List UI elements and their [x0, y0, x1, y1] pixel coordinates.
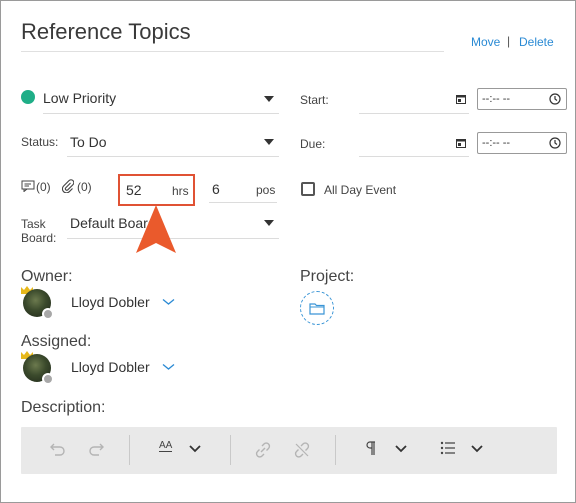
link-separator: | [507, 34, 511, 48]
list-chevron-down-icon[interactable] [471, 445, 483, 453]
status-value: To Do [70, 134, 107, 150]
toolbar-divider [129, 435, 130, 465]
link-icon[interactable] [254, 441, 272, 459]
toolbar-divider [335, 435, 336, 465]
assigned-name[interactable]: Lloyd Dobler [71, 359, 150, 375]
notes-icon[interactable] [21, 180, 35, 192]
owner-status-badge [42, 308, 54, 320]
hours-input[interactable]: 52 hrs [118, 174, 195, 206]
position-unit: pos [256, 183, 276, 197]
all-day-checkbox[interactable] [301, 182, 315, 196]
move-link[interactable]: Move [471, 35, 500, 49]
project-label: Project: [300, 268, 355, 285]
undo-icon[interactable] [47, 441, 67, 457]
title-underline [21, 51, 444, 52]
status-select-underline[interactable] [67, 156, 279, 157]
due-clock-icon[interactable] [549, 137, 561, 149]
description-label: Description: [21, 399, 106, 416]
task-panel: Reference Topics Move | Delete Low Prior… [0, 0, 576, 503]
owner-label: Owner: [21, 268, 73, 285]
priority-select-underline[interactable] [43, 113, 279, 114]
priority-value: Low Priority [43, 90, 117, 106]
position-value[interactable]: 6 [212, 181, 220, 197]
due-date-input[interactable] [359, 156, 469, 157]
priority-color-dot [21, 90, 35, 104]
page-title[interactable]: Reference Topics [21, 19, 191, 45]
due-label: Due: [300, 137, 326, 151]
paperclip-icon[interactable] [62, 179, 74, 193]
hours-unit: hrs [172, 184, 189, 198]
delete-link[interactable]: Delete [519, 35, 554, 49]
status-label: Status: [21, 135, 59, 149]
due-calendar-icon[interactable] [456, 138, 466, 148]
status-chevron-down-icon[interactable] [264, 139, 274, 145]
paragraph-icon[interactable] [364, 441, 376, 457]
editor-toolbar: AA [21, 427, 557, 474]
assigned-chevron-down-icon[interactable] [162, 363, 175, 371]
unlink-icon[interactable] [293, 441, 311, 459]
start-clock-icon[interactable] [549, 93, 561, 105]
due-time-placeholder: --:-- -- [482, 137, 511, 149]
annotation-arrow-icon [136, 205, 176, 253]
font-size-chevron-down-icon[interactable] [189, 445, 201, 453]
toolbar-divider [230, 435, 231, 465]
owner-chevron-down-icon[interactable] [162, 298, 175, 306]
task-board-label-line2: Board: [21, 231, 57, 245]
due-time-input[interactable]: --:-- -- [477, 132, 567, 154]
attachments-count[interactable]: (0) [77, 180, 92, 194]
project-add-button[interactable] [300, 291, 334, 325]
hours-value: 52 [126, 182, 142, 198]
start-date-input[interactable] [359, 113, 469, 114]
owner-name[interactable]: Lloyd Dobler [71, 294, 150, 310]
position-input-underline[interactable] [209, 202, 277, 203]
task-board-label-line1: Task [21, 217, 46, 231]
task-board-chevron-down-icon[interactable] [264, 220, 274, 226]
paragraph-chevron-down-icon[interactable] [395, 445, 407, 453]
notes-count[interactable]: (0) [36, 180, 51, 194]
start-time-input[interactable]: --:-- -- [477, 88, 567, 110]
start-label: Start: [300, 93, 329, 107]
priority-chevron-down-icon[interactable] [264, 96, 274, 102]
assigned-label: Assigned: [21, 333, 92, 350]
start-time-placeholder: --:-- -- [482, 93, 511, 105]
list-icon[interactable] [440, 441, 456, 455]
folder-icon [309, 303, 325, 315]
all-day-label: All Day Event [324, 183, 397, 197]
assigned-status-badge [42, 373, 54, 385]
font-size-icon[interactable]: AA [159, 440, 173, 452]
start-calendar-icon[interactable] [456, 94, 466, 104]
redo-icon[interactable] [87, 441, 107, 457]
